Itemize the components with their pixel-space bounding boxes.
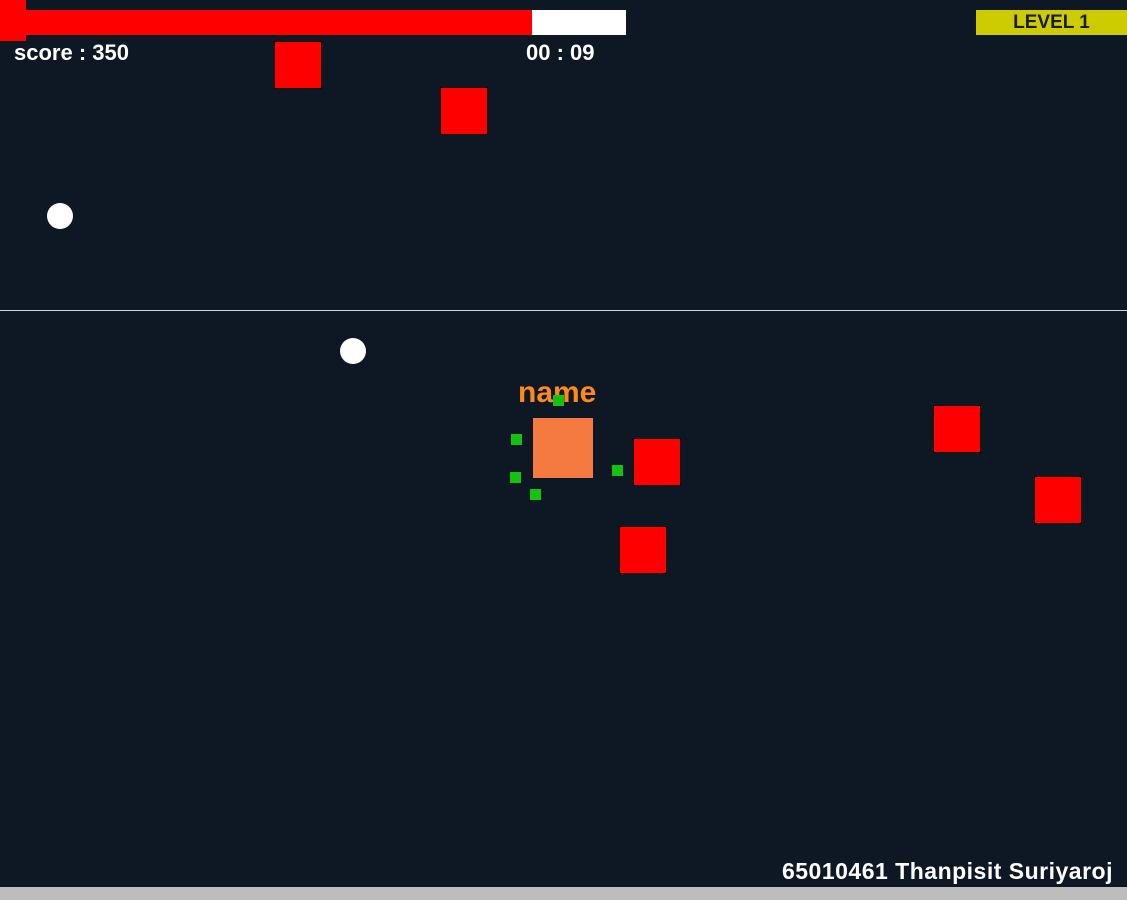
author-credit: 65010461 Thanpisit Suriyaroj [781, 858, 1113, 884]
white-orb [47, 203, 73, 229]
health-bar-cap [0, 0, 26, 41]
enemy-block [933, 405, 981, 453]
white-orb [340, 338, 366, 364]
enemy-block [1034, 476, 1082, 524]
green-particle [553, 395, 564, 406]
player-character[interactable] [533, 418, 593, 478]
enemy-block [440, 87, 488, 135]
health-bar-fill [0, 10, 532, 35]
timer-label: 00 : 09 [526, 40, 595, 65]
green-particle [511, 434, 522, 445]
enemy-block [633, 438, 681, 486]
enemy-block [274, 41, 322, 89]
game-screen[interactable]: score : 350 00 : 09 LEVEL 1 name 6501046… [0, 0, 1127, 887]
window-bottom-edge [0, 887, 1127, 900]
enemy-block [619, 526, 667, 574]
score-label: score : 350 [14, 40, 129, 65]
green-particle [612, 465, 623, 476]
green-particle [530, 489, 541, 500]
health-bar [0, 10, 626, 35]
level-badge: LEVEL 1 [976, 10, 1127, 35]
field-divider-line [0, 310, 1127, 311]
green-particle [510, 472, 521, 483]
